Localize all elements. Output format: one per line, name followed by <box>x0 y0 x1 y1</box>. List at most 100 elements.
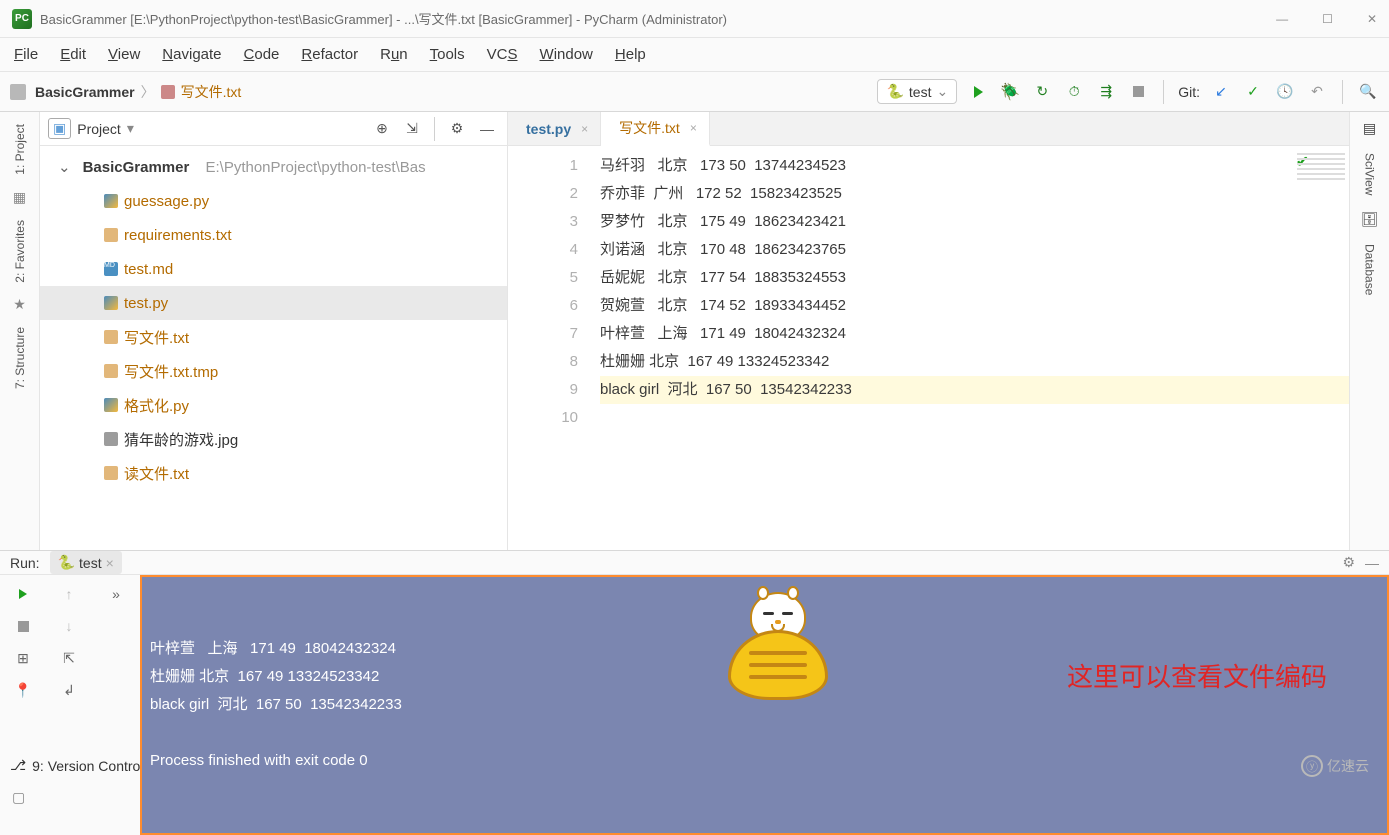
run-button[interactable] <box>967 81 989 103</box>
wrap-button[interactable]: ↲ <box>58 679 80 701</box>
tool-structure[interactable]: 7: Structure <box>13 327 27 389</box>
watermark-icon: ⓨ <box>1301 755 1323 777</box>
code-line: 乔亦菲 广州 172 52 15823423525 <box>600 185 842 202</box>
menu-code[interactable]: Code <box>244 46 280 63</box>
menu-help[interactable]: Help <box>615 46 646 63</box>
tree-file[interactable]: 写文件.txt.tmp <box>40 354 507 388</box>
console-line: Process finished with exit code 0 <box>150 747 1379 775</box>
tool-windows-button[interactable]: ▢ <box>12 789 25 806</box>
up-stack-button[interactable]: ↑ <box>58 583 80 605</box>
menu-window[interactable]: Window <box>540 46 593 63</box>
tree-root[interactable]: ⌄ BasicGrammer E:\PythonProject\python-t… <box>40 150 507 184</box>
tree-file[interactable]: requirements.txt <box>40 218 507 252</box>
locate-button[interactable]: ⊕ <box>370 117 394 141</box>
editor-panel: test.py× 写文件.txt × 12345678910 马纤羽 北京 173 … <box>508 112 1349 550</box>
menu-vcs[interactable]: VCS <box>487 46 518 63</box>
run-config-selector[interactable]: 🐍 test ⌄ <box>877 79 957 104</box>
toolbar: BasicGrammer 〉 写文件.txt 🐍 test ⌄ 🪲 ↻ ⏱ ⇶ … <box>0 72 1389 112</box>
file-name: 猜年龄的游戏.jpg <box>124 429 238 450</box>
gutter: 12345678910 <box>508 146 586 550</box>
py-file-icon <box>104 398 118 412</box>
run-label: Run: <box>10 555 40 571</box>
run-panel-header: Run: 🐍 test × ⚙ — <box>0 551 1389 575</box>
console-line <box>150 719 1379 747</box>
pin-button[interactable]: 📍 <box>12 679 34 701</box>
run-settings-button[interactable]: ⚙ <box>1342 554 1355 571</box>
editor-tabs: test.py× 写文件.txt × <box>508 112 1349 146</box>
window-title: BasicGrammer [E:\PythonProject\python-te… <box>40 9 727 28</box>
tab-version-control[interactable]: ⎇9: Version Control <box>10 757 143 774</box>
panel-select-icon[interactable]: ▣ <box>48 118 71 139</box>
breadcrumb-project[interactable]: BasicGrammer <box>35 84 135 100</box>
file-name: 写文件.txt <box>124 327 189 348</box>
expand-icon[interactable]: ⌄ <box>58 158 71 176</box>
editor-tab[interactable]: test.py× <box>508 112 601 145</box>
editor[interactable]: 12345678910 马纤羽 北京 173 50 13744234523乔亦菲… <box>508 146 1349 550</box>
tree-file[interactable]: guessage.py <box>40 184 507 218</box>
root-name: BasicGrammer <box>83 159 190 176</box>
menu-file[interactable]: File <box>14 46 38 63</box>
tool-sciview[interactable]: SciView <box>1363 153 1377 195</box>
tree-file[interactable]: 格式化.py <box>40 388 507 422</box>
tree-file[interactable]: 猜年龄的游戏.jpg <box>40 422 507 456</box>
menu-view[interactable]: View <box>108 46 140 63</box>
layout-button[interactable]: ⊞ <box>12 647 34 669</box>
tab-label: 写文件.txt <box>619 118 680 138</box>
menu-navigate[interactable]: Navigate <box>162 46 221 63</box>
git-commit-button[interactable]: ✓ <box>1242 81 1264 103</box>
close-icon[interactable]: × <box>106 555 114 571</box>
run-tab-name: test <box>79 555 102 571</box>
rerun-button[interactable] <box>12 583 34 605</box>
close-button[interactable]: ✕ <box>1367 12 1377 26</box>
editor-tab[interactable]: 写文件.txt × <box>601 112 710 146</box>
close-icon[interactable]: × <box>581 122 588 136</box>
settings-button[interactable]: ⚙ <box>445 117 469 141</box>
maximize-button[interactable]: ☐ <box>1322 12 1333 26</box>
project-panel-title[interactable]: Project <box>77 121 121 137</box>
git-update-button[interactable]: ↙ <box>1210 81 1232 103</box>
txt-file-icon <box>104 466 118 480</box>
code-line: 岳妮妮 北京 177 54 18835324553 <box>600 269 846 286</box>
menu-run[interactable]: Run <box>380 46 408 63</box>
project-tree[interactable]: ⌄ BasicGrammer E:\PythonProject\python-t… <box>40 146 507 494</box>
tree-file[interactable]: 写文件.txt <box>40 320 507 354</box>
export-button[interactable]: ⇱ <box>58 647 80 669</box>
debug-button[interactable]: 🪲 <box>999 81 1021 103</box>
code-line: 贺婉萱 北京 174 52 18933434452 <box>600 297 846 314</box>
run-tab[interactable]: 🐍 test × <box>50 551 122 574</box>
close-icon[interactable]: × <box>690 121 697 135</box>
stop-button[interactable] <box>1127 81 1149 103</box>
profile-button[interactable]: ⏱ <box>1063 81 1085 103</box>
menu-edit[interactable]: Edit <box>60 46 86 63</box>
menu-refactor[interactable]: Refactor <box>301 46 358 63</box>
file-name: 写文件.txt.tmp <box>124 361 218 382</box>
sciview-icon: ▤ <box>1363 120 1376 137</box>
tree-file[interactable]: MDtest.md <box>40 252 507 286</box>
minimize-button[interactable]: — <box>1276 12 1288 26</box>
tree-file[interactable]: test.py <box>40 286 507 320</box>
tree-file[interactable]: 读文件.txt <box>40 456 507 490</box>
tool-database[interactable]: Database <box>1363 244 1377 295</box>
git-history-button[interactable]: 🕓 <box>1274 81 1296 103</box>
scrollbar-marker[interactable] <box>1297 150 1345 180</box>
git-revert-button[interactable]: ↶ <box>1306 81 1328 103</box>
chevron-down-icon[interactable]: ▾ <box>127 120 134 137</box>
search-everywhere-button[interactable]: 🔍 <box>1357 81 1379 103</box>
stop-run-button[interactable] <box>12 615 34 637</box>
breadcrumb-file[interactable]: 写文件.txt <box>181 82 242 102</box>
code-area[interactable]: 马纤羽 北京 173 50 13744234523乔亦菲 广州 172 52 1… <box>586 146 1349 550</box>
tool-project[interactable]: 1: Project <box>13 124 27 175</box>
down-stack-button[interactable]: ↓ <box>58 615 80 637</box>
more-button[interactable]: » <box>105 583 127 605</box>
hide-run-button[interactable]: — <box>1365 555 1379 571</box>
concurrency-button[interactable]: ⇶ <box>1095 81 1117 103</box>
coverage-button[interactable]: ↻ <box>1031 81 1053 103</box>
menu-tools[interactable]: Tools <box>430 46 465 63</box>
chevron-down-icon: ⌄ <box>936 83 948 100</box>
file-name: 读文件.txt <box>124 463 189 484</box>
file-name: 格式化.py <box>124 395 189 416</box>
collapse-all-button[interactable]: ⇲ <box>400 117 424 141</box>
hide-panel-button[interactable]: — <box>475 117 499 141</box>
annotation-text: 这里可以查看文件编码 <box>1067 663 1327 691</box>
tool-favorites[interactable]: 2: Favorites <box>13 220 27 283</box>
